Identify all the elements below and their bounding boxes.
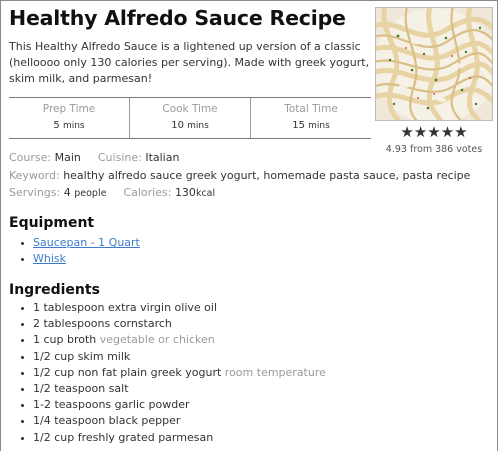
recipe-photo <box>375 7 493 121</box>
equipment-list: Saucepan - 1 Quart Whisk <box>9 235 140 267</box>
ingredient-item: 1/2 cup skim milk <box>33 349 326 365</box>
ingredient-text: 2 tablespoons cornstarch <box>33 317 172 331</box>
cuisine-label: Cuisine: <box>97 151 142 164</box>
rating-stars[interactable]: ★★★★★ <box>375 125 493 140</box>
ingredient-item: 1-2 teaspoons garlic powder <box>33 397 326 413</box>
ingredient-item: 1 tablespoon extra virgin olive oil <box>33 300 326 316</box>
ingredient-text: 1/2 cup non fat plain greek yogurt <box>33 365 222 379</box>
ingredient-text: 1/2 teaspoon salt <box>33 381 129 395</box>
keyword-value: healthy alfredo sauce greek yogurt, home… <box>63 169 471 182</box>
ingredient-item: 2 tablespoons cornstarch <box>33 316 326 332</box>
cook-time-value: 10 mins <box>130 120 250 131</box>
servings-value: 4 <box>63 186 71 199</box>
prep-time-unit: mins <box>62 121 85 131</box>
calories-value: 130 <box>174 186 196 199</box>
cook-time: Cook Time 10 mins <box>129 98 250 138</box>
rating-votes: 4.93 from 386 votes <box>385 144 483 155</box>
equipment-item: Saucepan - 1 Quart <box>33 235 140 251</box>
servings-unit: people <box>74 188 107 199</box>
ingredient-text: 1-2 teaspoons garlic powder <box>33 398 190 412</box>
keyword-row: Keyword: healthy alfredo sauce greek yog… <box>9 169 470 182</box>
prep-time-number: 5 <box>53 120 60 131</box>
total-time-value: 15 mins <box>251 120 371 131</box>
cook-time-unit: mins <box>187 121 209 131</box>
recipe-times: Prep Time 5 mins Cook Time 10 mins Total… <box>9 97 371 139</box>
ingredient-text: 1 cup broth <box>33 333 97 347</box>
ingredient-text: 1 tablespoon extra virgin olive oil <box>33 301 218 314</box>
prep-time: Prep Time 5 mins <box>9 98 129 138</box>
ingredient-text: 1/2 cup skim milk <box>33 349 131 363</box>
ingredient-item: 1/4 teaspoon black pepper <box>33 413 326 429</box>
cuisine-value: Italian <box>145 151 180 164</box>
star-icon: ★★★★★ <box>400 123 468 141</box>
prep-time-value: 5 mins <box>9 120 129 131</box>
recipe-summary: This Healthy Alfredo Sauce is a lightene… <box>9 40 370 85</box>
equipment-heading: Equipment <box>9 215 95 231</box>
ingredient-text: 1/4 teaspoon black pepper <box>33 414 181 428</box>
course-label: Course: <box>9 151 52 164</box>
calories-unit: kcal <box>195 188 216 199</box>
total-time: Total Time 15 mins <box>250 98 371 138</box>
ingredient-item: 1/2 cup freshly grated parmesan <box>33 430 326 446</box>
prep-time-label: Prep Time <box>42 103 96 115</box>
servings-calories-row: Servings: 4 people Calories: 130kcal <box>9 186 215 199</box>
course-cuisine-row: Course: Main Cuisine: Italian <box>9 151 179 164</box>
equipment-link-whisk[interactable]: Whisk <box>33 252 66 265</box>
ingredient-note: vegetable or chicken <box>99 333 215 347</box>
course-value: Main <box>54 151 81 164</box>
total-time-label: Total Time <box>284 103 338 115</box>
equipment-link-saucepan[interactable]: Saucepan - 1 Quart <box>33 236 140 249</box>
ingredient-item: 1/2 teaspoon salt <box>33 381 326 397</box>
ingredient-note: room temperature <box>224 365 326 379</box>
ingredient-item: 1 cup broth vegetable or chicken <box>33 332 326 348</box>
recipe-title: Healthy Alfredo Sauce Recipe <box>9 6 346 30</box>
recipe-card: Healthy Alfredo Sauce Recipe This Health… <box>0 0 498 451</box>
ingredient-text: 1/2 cup freshly grated parmesan <box>33 430 214 444</box>
servings-label: Servings: <box>9 186 61 199</box>
ingredient-item: 1/2 cup non fat plain greek yogurt room … <box>33 365 326 381</box>
pasta-photo-illustration <box>376 8 492 120</box>
calories-label: Calories: <box>123 186 172 199</box>
total-time-unit: mins <box>308 121 330 131</box>
keyword-label: Keyword: <box>9 169 60 182</box>
ingredients-heading: Ingredients <box>9 282 100 298</box>
ingredients-list: 1 tablespoon extra virgin olive oil 2 ta… <box>9 300 326 446</box>
cook-time-number: 10 <box>171 120 184 131</box>
total-time-number: 15 <box>292 120 305 131</box>
cook-time-label: Cook Time <box>162 103 218 115</box>
equipment-item: Whisk <box>33 251 140 267</box>
